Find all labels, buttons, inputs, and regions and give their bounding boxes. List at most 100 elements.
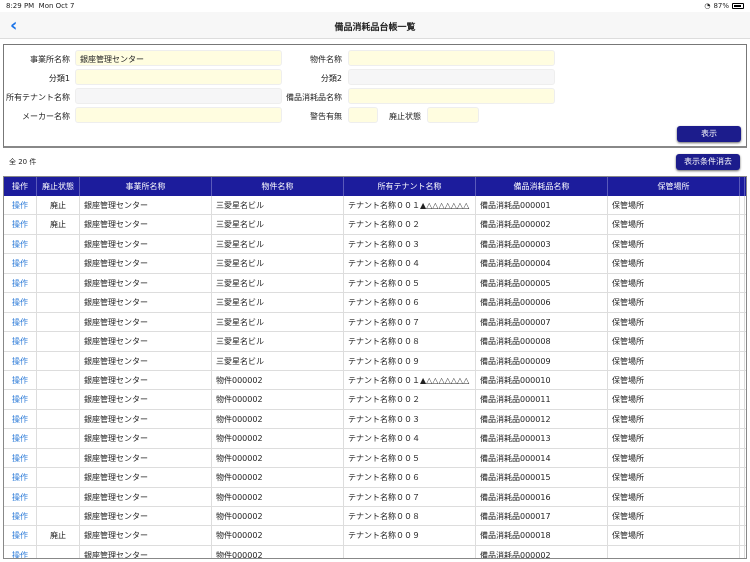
table-row[interactable]: 操作 廃止 銀座管理センター 三愛星名ビル テナント名称００１▲△△△△△△△ 備品消耗品…	[4, 196, 746, 216]
office-cell: 銀座管理センター	[80, 507, 212, 526]
maker-input[interactable]	[75, 107, 282, 123]
operation-link[interactable]: 操作	[4, 234, 37, 254]
maker-label: メーカー名称	[22, 112, 70, 121]
office-cell: 銀座管理センター	[80, 215, 212, 234]
item-input[interactable]	[348, 88, 555, 104]
storage-cell: 保管場所	[608, 448, 740, 468]
col-header-operation[interactable]: 操作	[4, 177, 37, 196]
disposal-cell	[37, 390, 80, 409]
show-button[interactable]: 表示	[677, 126, 741, 142]
property-cell: 物件000002	[212, 526, 344, 545]
table-row[interactable]: 操作 銀座管理センター 三愛星名ビル テナント名称００５ 備品消耗品000005 保管場所	[4, 273, 746, 294]
operation-link[interactable]: 操作	[4, 545, 37, 558]
table-row[interactable]: 操作 銀座管理センター 物件000002 テナント名称００７ 備品消耗品000016 保管…	[4, 487, 746, 507]
nav-bar: ‹ 備品消耗品台帳一覧	[0, 12, 750, 39]
disposal-cell	[37, 429, 80, 448]
table-row[interactable]: 操作 銀座管理センター 三愛星名ビル テナント名称００４ 備品消耗品000004 保管場所	[4, 254, 746, 274]
disposal-cell	[37, 507, 80, 526]
col-header-property[interactable]: 物件名称	[212, 177, 344, 196]
operation-link[interactable]: 操作	[4, 409, 37, 429]
table-row[interactable]: 操作 銀座管理センター 物件000002 テナント名称００８ 備品消耗品000017 保管…	[4, 507, 746, 527]
item-cell: 備品消耗品000015	[476, 468, 608, 487]
table-row[interactable]: 操作 銀座管理センター 物件000002 テナント名称００５ 備品消耗品000014 保管…	[4, 448, 746, 469]
office-cell: 銀座管理センター	[80, 448, 212, 468]
table-row[interactable]: 操作 銀座管理センター 三愛星名ビル テナント名称００３ 備品消耗品000003 保管場所	[4, 234, 746, 255]
operation-link[interactable]: 操作	[4, 507, 37, 526]
table-row[interactable]: 操作 銀座管理センター 三愛星名ビル テナント名称００８ 備品消耗品000008 保管場所	[4, 332, 746, 352]
disposal-cell	[37, 448, 80, 468]
tenant-cell: テナント名称００７	[344, 312, 476, 332]
col-header-tenant[interactable]: 所有テナント名称	[344, 177, 476, 196]
disposal-cell	[37, 370, 80, 390]
operation-link[interactable]: 操作	[4, 293, 37, 312]
col-header-item[interactable]: 備品消耗品名称	[476, 177, 608, 196]
col-header-storage[interactable]: 保管場所	[608, 177, 740, 196]
row-spacer	[740, 526, 745, 545]
table-row[interactable]: 操作 銀座管理センター 物件000002 備品消耗品000002	[4, 545, 746, 558]
storage-cell: 保管場所	[608, 468, 740, 487]
tenant-cell: テナント名称００９	[344, 351, 476, 370]
clear-conditions-button[interactable]: 表示条件消去	[676, 154, 740, 170]
operation-link[interactable]: 操作	[4, 273, 37, 293]
category2-input[interactable]	[348, 69, 555, 85]
disposal-cell	[37, 409, 80, 429]
status-date: Mon Oct 7	[38, 2, 75, 10]
table-row[interactable]: 操作 廃止 銀座管理センター 物件000002 テナント名称００９ 備品消耗品000018…	[4, 526, 746, 546]
office-cell: 銀座管理センター	[80, 429, 212, 448]
operation-link[interactable]: 操作	[4, 351, 37, 370]
disposal-cell	[37, 312, 80, 332]
property-cell: 物件000002	[212, 409, 344, 429]
table-row[interactable]: 操作 銀座管理センター 三愛星名ビル テナント名称００７ 備品消耗品000007 保管場所	[4, 312, 746, 333]
table-row[interactable]: 操作 廃止 銀座管理センター 三愛星名ビル テナント名称００２ 備品消耗品000002 保管…	[4, 215, 746, 235]
result-count: 全 20 件	[9, 158, 37, 166]
row-spacer	[740, 507, 745, 526]
operation-link[interactable]: 操作	[4, 448, 37, 468]
tenant-cell: テナント名称００１▲△△△△△△△	[344, 196, 476, 215]
property-cell: 三愛星名ビル	[212, 332, 344, 351]
disposal-cell: 廃止	[37, 196, 80, 215]
tenant-cell: テナント名称００４	[344, 254, 476, 273]
table-row[interactable]: 操作 銀座管理センター 三愛星名ビル テナント名称００６ 備品消耗品000006 保管場所	[4, 293, 746, 313]
operation-link[interactable]: 操作	[4, 468, 37, 487]
table-row[interactable]: 操作 銀座管理センター 物件000002 テナント名称００１▲△△△△△△△ 備品消耗品…	[4, 370, 746, 391]
col-header-office[interactable]: 事業所名称	[80, 177, 212, 196]
office-input[interactable]: 銀座管理センター	[75, 50, 282, 66]
operation-link[interactable]: 操作	[4, 312, 37, 332]
category1-input[interactable]	[75, 69, 282, 85]
property-cell: 物件000002	[212, 429, 344, 448]
operation-link[interactable]: 操作	[4, 526, 37, 545]
storage-cell: 保管場所	[608, 332, 740, 351]
property-input[interactable]	[348, 50, 555, 66]
operation-link[interactable]: 操作	[4, 487, 37, 506]
storage-cell: 保管場所	[608, 312, 740, 332]
operation-link[interactable]: 操作	[4, 429, 37, 448]
operation-link[interactable]: 操作	[4, 390, 37, 409]
status-bar: 8:29 PM Mon Oct 7 ◔ 87%	[0, 0, 750, 12]
operation-link[interactable]: 操作	[4, 196, 37, 215]
tenant-cell: テナント名称００１▲△△△△△△△	[344, 370, 476, 390]
table-row[interactable]: 操作 銀座管理センター 物件000002 テナント名称００３ 備品消耗品000012 保管…	[4, 409, 746, 430]
office-cell: 銀座管理センター	[80, 370, 212, 390]
operation-link[interactable]: 操作	[4, 370, 37, 390]
tenant-input[interactable]	[75, 88, 282, 104]
table-row[interactable]: 操作 銀座管理センター 物件000002 テナント名称００６ 備品消耗品000015 保管…	[4, 468, 746, 488]
tenant-cell: テナント名称００４	[344, 429, 476, 448]
col-header-disposal[interactable]: 廃止状態	[37, 177, 80, 196]
table-row[interactable]: 操作 銀座管理センター 三愛星名ビル テナント名称００９ 備品消耗品000009 保管場所	[4, 351, 746, 371]
table-row[interactable]: 操作 銀座管理センター 物件000002 テナント名称００４ 備品消耗品000013 保管…	[4, 429, 746, 449]
disposal-cell: 廃止	[37, 526, 80, 545]
wifi-icon: ◔	[704, 2, 711, 10]
property-cell: 物件000002	[212, 448, 344, 468]
row-spacer	[740, 351, 745, 370]
office-cell: 銀座管理センター	[80, 332, 212, 351]
table-body: 操作 廃止 銀座管理センター 三愛星名ビル テナント名称００１▲△△△△△△△ 備品消耗品…	[4, 196, 746, 558]
disposal-input[interactable]	[427, 107, 479, 123]
table-row[interactable]: 操作 銀座管理センター 物件000002 テナント名称００２ 備品消耗品000011 保管…	[4, 390, 746, 410]
disposal-cell	[37, 545, 80, 558]
operation-link[interactable]: 操作	[4, 215, 37, 234]
office-cell: 銀座管理センター	[80, 409, 212, 429]
item-cell: 備品消耗品000010	[476, 370, 608, 390]
operation-link[interactable]: 操作	[4, 332, 37, 351]
operation-link[interactable]: 操作	[4, 254, 37, 273]
tenant-cell: テナント名称００８	[344, 507, 476, 526]
